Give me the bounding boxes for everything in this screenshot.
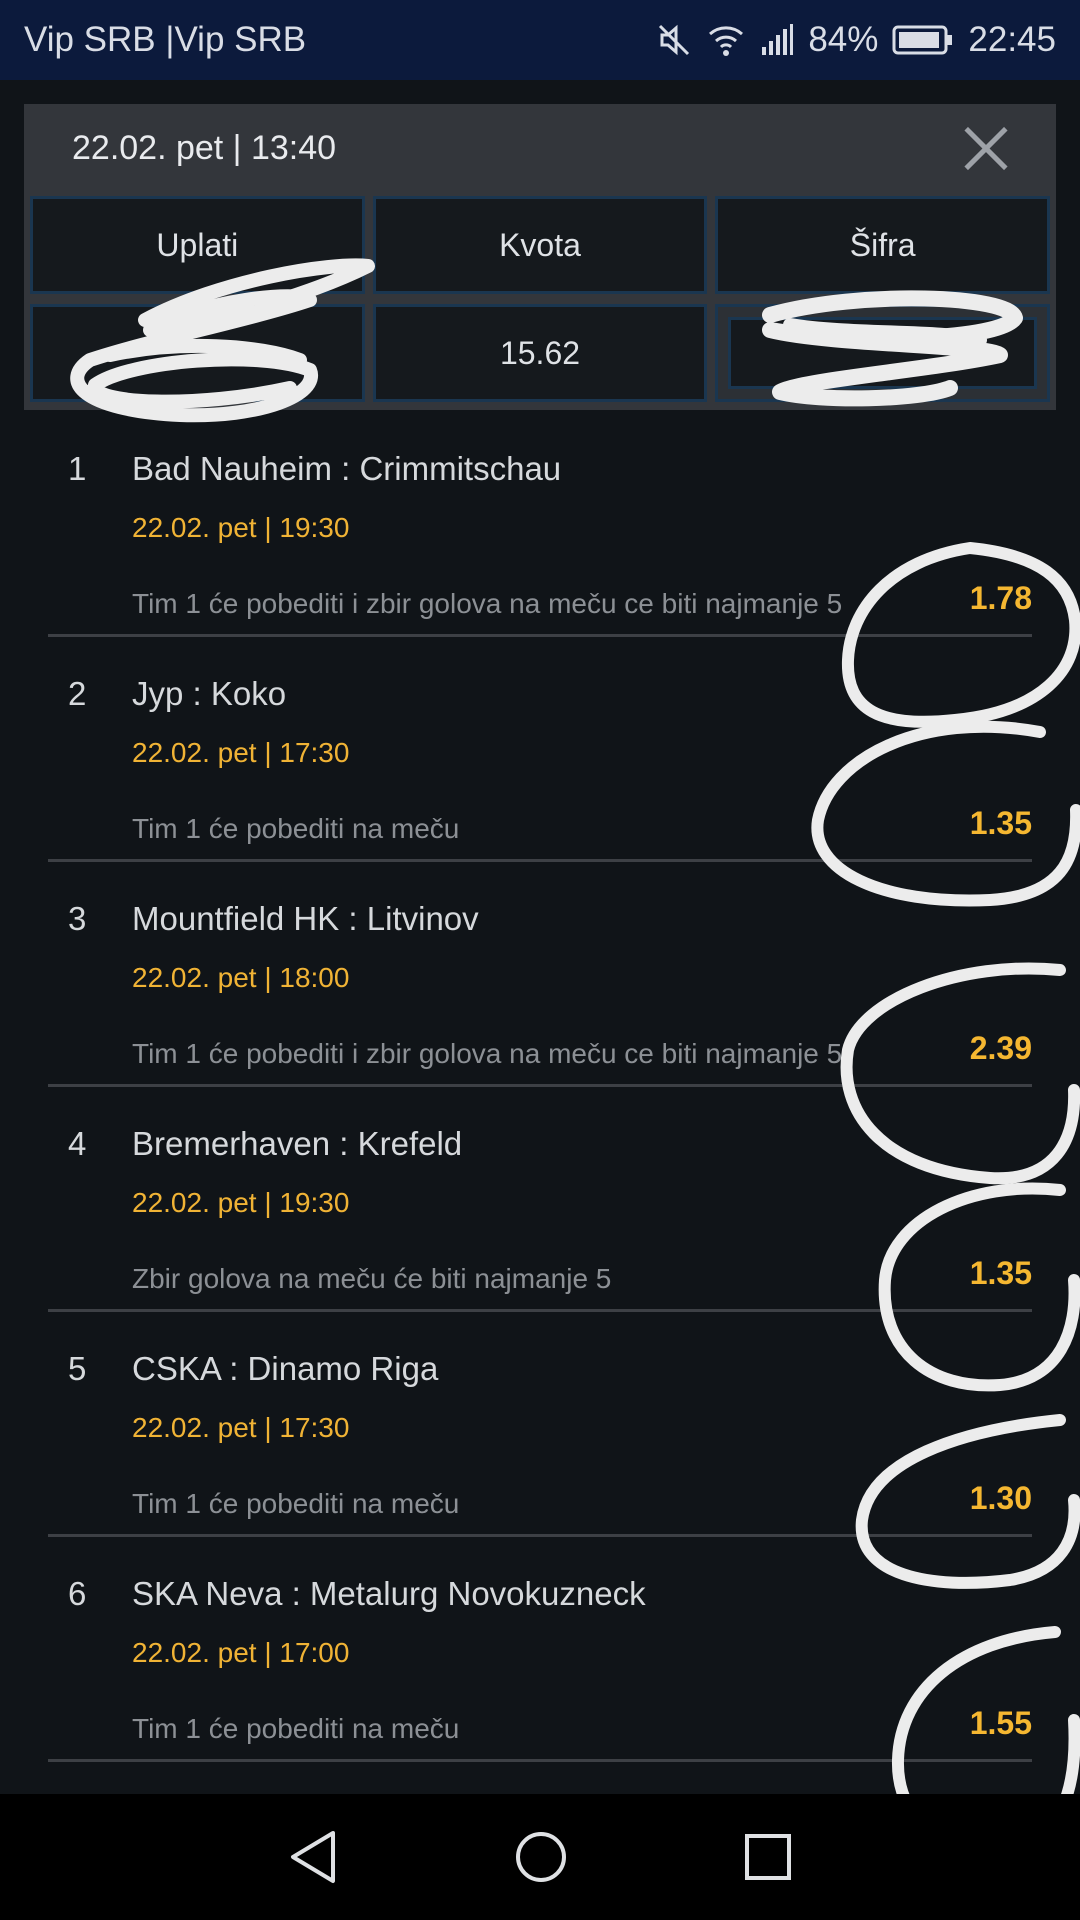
carrier-label: Vip SRB |Vip SRB bbox=[24, 20, 307, 59]
total-odds: 15.62 bbox=[372, 304, 708, 402]
pay-amount bbox=[30, 304, 365, 402]
code-header: Šifra bbox=[715, 196, 1050, 294]
match-row: 3 Mountfield HK : Litvinov 22.02. pet | … bbox=[48, 862, 1032, 1087]
match-teams: Jyp : Koko bbox=[132, 675, 287, 712]
wifi-icon bbox=[706, 22, 746, 58]
back-icon[interactable] bbox=[287, 1829, 339, 1885]
match-row: 6 SKA Neva : Metalurg Novokuzneck 22.02.… bbox=[48, 1537, 1032, 1762]
close-icon[interactable] bbox=[962, 124, 1010, 172]
match-bet: Tim 1 će pobediti na meču bbox=[132, 813, 460, 844]
status-icons: 84% 22:45 bbox=[656, 20, 1056, 60]
match-list: 1 Bad Nauheim : Crimmitschau 22.02. pet … bbox=[0, 412, 1080, 1762]
match-bet: Tim 1 će pobediti i zbir golova na meču … bbox=[132, 1038, 843, 1069]
ticket-summary-grid: Uplati Kvota Šifra 15.62 bbox=[30, 196, 1050, 402]
match-bet: Tim 1 će pobediti na meču bbox=[132, 1713, 460, 1744]
match-bet: Tim 1 će pobediti i zbir golova na meču … bbox=[132, 588, 843, 619]
match-number: 2 bbox=[68, 675, 87, 712]
match-number: 6 bbox=[68, 1575, 87, 1612]
match-teams: SKA Neva : Metalurg Novokuzneck bbox=[132, 1575, 646, 1612]
match-odd: 1.78 bbox=[969, 580, 1032, 616]
match-row: 5 CSKA : Dinamo Riga 22.02. pet | 17:30 … bbox=[48, 1312, 1032, 1537]
battery-icon bbox=[892, 25, 954, 55]
home-icon[interactable] bbox=[513, 1829, 569, 1885]
ticket-date: 22.02. pet | 13:40 bbox=[72, 128, 337, 167]
match-odd: 2.39 bbox=[969, 1030, 1032, 1066]
match-number: 1 bbox=[68, 450, 87, 487]
match-date: 22.02. pet | 18:00 bbox=[132, 962, 350, 993]
match-teams: Bremerhaven : Krefeld bbox=[132, 1125, 463, 1162]
match-teams: CSKA : Dinamo Riga bbox=[132, 1350, 439, 1387]
match-date: 22.02. pet | 17:30 bbox=[132, 737, 350, 768]
match-date: 22.02. pet | 19:30 bbox=[132, 1187, 350, 1218]
battery-percent: 84% bbox=[808, 20, 879, 59]
pay-header: Uplati bbox=[30, 196, 365, 294]
navigation-bar bbox=[0, 1794, 1080, 1920]
match-date: 22.02. pet | 19:30 bbox=[132, 512, 350, 543]
status-bar: Vip SRB |Vip SRB 84% 22:45 bbox=[0, 0, 1080, 80]
clock: 22:45 bbox=[968, 20, 1056, 59]
match-odd: 1.55 bbox=[969, 1705, 1032, 1741]
ticket-code[interactable] bbox=[728, 317, 1037, 389]
match-bet: Zbir golova na meču će biti najmanje 5 bbox=[132, 1263, 612, 1294]
match-number: 5 bbox=[68, 1350, 87, 1387]
match-bet: Tim 1 će pobediti na meču bbox=[132, 1488, 460, 1519]
match-odd: 1.35 bbox=[969, 1255, 1032, 1291]
match-date: 22.02. pet | 17:00 bbox=[132, 1637, 350, 1668]
ticket-header: 22.02. pet | 13:40 bbox=[24, 104, 1056, 192]
match-teams: Mountfield HK : Litvinov bbox=[132, 900, 479, 937]
match-row: 4 Bremerhaven : Krefeld 22.02. pet | 19:… bbox=[48, 1087, 1032, 1312]
match-teams: Bad Nauheim : Crimmitschau bbox=[132, 450, 562, 487]
ticket-code-cell bbox=[715, 304, 1050, 402]
ticket-panel: 22.02. pet | 13:40 Uplati Kvota Šifra 15… bbox=[24, 104, 1056, 410]
recents-icon[interactable] bbox=[743, 1832, 793, 1882]
mute-icon bbox=[656, 22, 692, 58]
match-row: 2 Jyp : Koko 22.02. pet | 17:30 Tim 1 će… bbox=[48, 637, 1032, 862]
odds-header: Kvota bbox=[372, 196, 708, 294]
signal-icon bbox=[760, 23, 794, 57]
match-odd: 1.35 bbox=[969, 805, 1032, 841]
match-number: 4 bbox=[68, 1125, 87, 1162]
match-number: 3 bbox=[68, 900, 87, 937]
match-odd: 1.30 bbox=[969, 1480, 1032, 1516]
match-row: 1 Bad Nauheim : Crimmitschau 22.02. pet … bbox=[48, 412, 1032, 637]
match-date: 22.02. pet | 17:30 bbox=[132, 1412, 350, 1443]
